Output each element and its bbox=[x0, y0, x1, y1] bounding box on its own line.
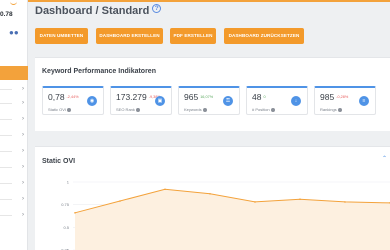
header-accent-line bbox=[28, 0, 390, 2]
kpi-value-number: 965 bbox=[184, 92, 199, 102]
data-point[interactable] bbox=[164, 188, 166, 191]
kpi-label: Static OVI bbox=[48, 107, 72, 112]
key-icon: ⚿ bbox=[223, 96, 233, 106]
kpi-value-number: 173.279 bbox=[116, 92, 147, 102]
sidebar-item-divider bbox=[0, 215, 12, 216]
kpi-label: Rankings bbox=[320, 107, 342, 112]
list-icon: ≡ bbox=[359, 96, 369, 106]
data-point[interactable] bbox=[254, 201, 256, 203]
gauge-icon: ◉ bbox=[87, 96, 97, 106]
data-point[interactable] bbox=[119, 200, 121, 202]
sidebar-item-divider bbox=[0, 119, 12, 120]
kpi-value-number: 48 bbox=[252, 92, 262, 102]
kpi-card[interactable]: 48 0 # Position ↓ bbox=[246, 86, 308, 115]
info-icon[interactable] bbox=[270, 107, 275, 112]
data-point[interactable] bbox=[299, 198, 301, 201]
kpi-value-number: 985 bbox=[320, 92, 335, 102]
kpi-value: 985 -0,28% bbox=[320, 92, 348, 102]
reset-dashboard-button[interactable]: DASHBOARD ZURÜCKSETZEN bbox=[224, 28, 304, 44]
download-icon: ↓ bbox=[291, 96, 301, 106]
y-tick-label: 1 bbox=[67, 180, 70, 185]
kpi-label-text: Static OVI bbox=[48, 107, 67, 112]
data-point[interactable] bbox=[209, 192, 211, 195]
data-point[interactable] bbox=[344, 201, 346, 203]
create-dashboard-button[interactable]: DASHBOARD ERSTELLEN bbox=[96, 28, 163, 44]
chevron-right-icon: › bbox=[22, 86, 24, 92]
kpi-value: 965 16,07% bbox=[184, 92, 213, 102]
info-icon[interactable] bbox=[337, 107, 342, 112]
kpi-label: Keywords bbox=[184, 107, 207, 112]
chevron-right-icon: › bbox=[22, 196, 24, 202]
kpi-change: 0 bbox=[263, 95, 266, 99]
sidebar-item-divider bbox=[0, 183, 12, 184]
chart-plot-area: 10.750.50.25 bbox=[61, 180, 390, 250]
kpi-label-text: # Position bbox=[252, 107, 270, 112]
kpi-label-text: Keywords bbox=[184, 107, 202, 112]
sidebar-item-divider bbox=[0, 89, 12, 90]
y-tick-label: 0.75 bbox=[61, 202, 70, 207]
sidebar-item-divider bbox=[0, 167, 12, 168]
kpi-card[interactable]: 173.279 -9,38% SEO Rank ▣ bbox=[110, 86, 172, 115]
kpi-label: SEO Rank bbox=[116, 107, 140, 112]
kpi-card[interactable]: 985 -0,28% Rankings ≡ bbox=[314, 86, 376, 115]
create-pdf-button[interactable]: PDF ERSTELLEN bbox=[170, 28, 216, 44]
data-point[interactable] bbox=[74, 212, 76, 214]
sidebar-item-active[interactable] bbox=[0, 66, 28, 80]
y-tick-label: 0.5 bbox=[63, 225, 69, 230]
chevron-right-icon: › bbox=[22, 212, 24, 218]
chevron-right-icon: › bbox=[22, 132, 24, 138]
series-area bbox=[75, 189, 390, 250]
sidebar-value: 0.78 bbox=[0, 11, 13, 18]
sidebar-item-divider bbox=[0, 199, 12, 200]
page-title: Dashboard / Standard? bbox=[35, 4, 162, 17]
chevron-right-icon: › bbox=[22, 100, 24, 106]
kpi-label-text: Rankings bbox=[320, 107, 337, 112]
sidebar-item[interactable]: › bbox=[0, 212, 28, 230]
kpi-change: 16,07% bbox=[200, 95, 214, 99]
chevron-right-icon: › bbox=[22, 148, 24, 154]
sidebar-item-divider bbox=[0, 103, 12, 104]
kpi-panel-title: Keyword Performance Indikatoren bbox=[42, 68, 156, 75]
kpi-card[interactable]: 965 16,07% Keywords ⚿ bbox=[178, 86, 240, 115]
kpi-value: 48 0 bbox=[252, 92, 266, 102]
users-icon[interactable]: ●● bbox=[9, 29, 19, 37]
kpi-change: -0,28% bbox=[336, 95, 349, 99]
chevron-right-icon: › bbox=[22, 164, 24, 170]
kpi-value-number: 0,78 bbox=[48, 92, 65, 102]
sidebar-item-divider bbox=[0, 151, 12, 152]
chevron-right-icon: › bbox=[22, 180, 24, 186]
data-embed-button[interactable]: DATEN UMBETTEN bbox=[35, 28, 88, 44]
info-icon[interactable] bbox=[135, 107, 140, 112]
info-icon[interactable] bbox=[67, 107, 72, 112]
sidebar: 0.78 ●● › › › › › › › › › bbox=[0, 0, 28, 250]
sidebar-item-divider bbox=[0, 135, 12, 136]
trend-icon bbox=[10, 1, 17, 5]
page-title-text: Dashboard / Standard bbox=[35, 5, 150, 17]
trophy-icon: ▣ bbox=[155, 96, 165, 106]
info-icon[interactable] bbox=[202, 107, 207, 112]
kpi-card[interactable]: 0,78 -2,44% Static OVI ◉ bbox=[42, 86, 104, 115]
chevron-right-icon: › bbox=[22, 116, 24, 122]
kpi-change: -2,44% bbox=[66, 95, 79, 99]
kpi-label-text: SEO Rank bbox=[116, 107, 135, 112]
kpi-value: 0,78 -2,44% bbox=[48, 92, 79, 102]
kpi-label: # Position bbox=[252, 107, 275, 112]
help-icon[interactable]: ? bbox=[152, 4, 162, 13]
